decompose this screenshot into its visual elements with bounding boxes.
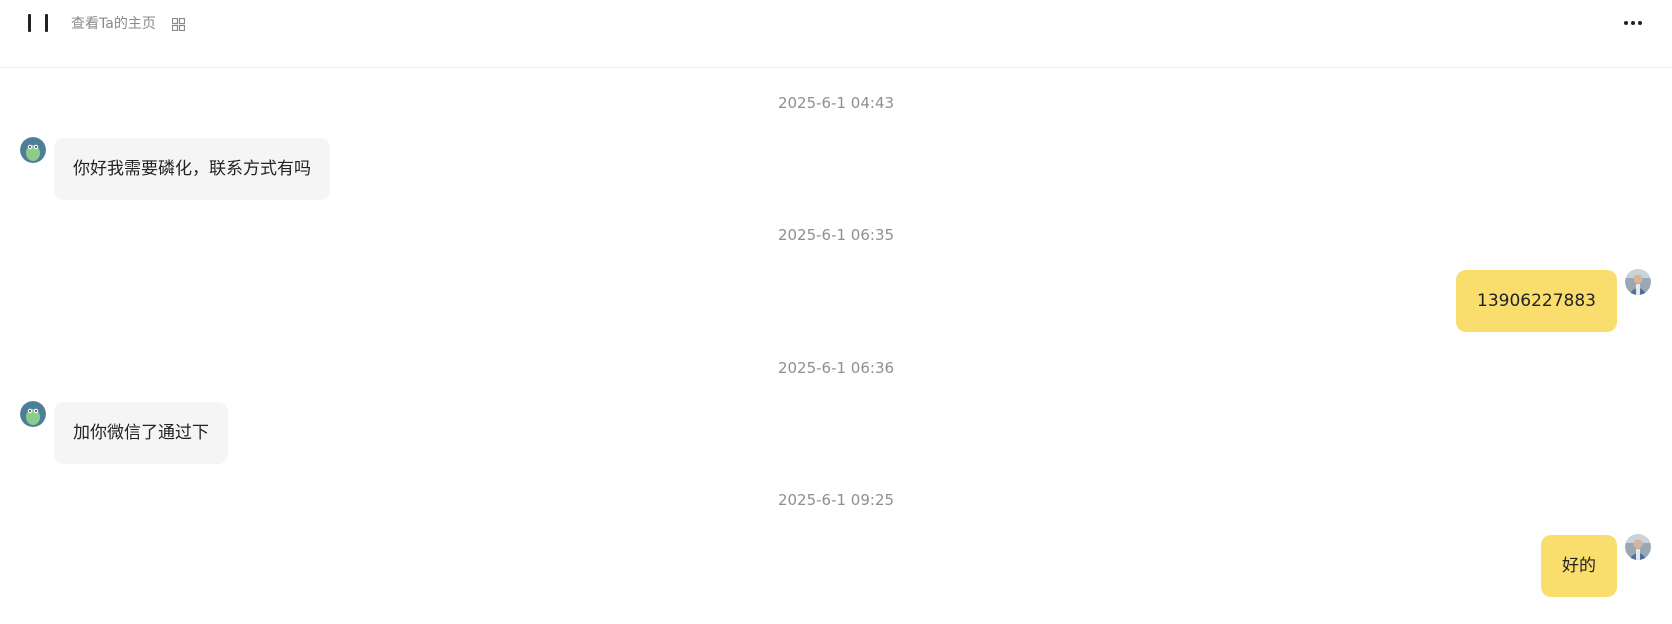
message-timestamp: 2025-6-1 06:35 <box>777 226 895 244</box>
contact-avatar[interactable] <box>20 401 46 427</box>
my-avatar[interactable] <box>1625 269 1651 295</box>
outgoing-message-bubble[interactable]: 好的 <box>1541 535 1617 597</box>
chat-header: 查看Ta的主页 <box>0 0 1672 68</box>
frog-avatar-icon <box>20 401 46 427</box>
incoming-message-bubble[interactable]: 你好我需要磷化，联系方式有吗 <box>54 138 330 200</box>
view-profile-link[interactable]: 查看Ta的主页 <box>71 15 156 33</box>
incoming-message-bubble[interactable]: 加你微信了通过下 <box>54 402 228 464</box>
message-timestamp: 2025-6-1 06:36 <box>777 359 895 377</box>
more-horizontal-icon[interactable] <box>1624 14 1644 32</box>
person-avatar-icon <box>1625 534 1651 560</box>
name-bar <box>28 14 31 32</box>
name-bar <box>45 14 48 32</box>
message-timestamp: 2025-6-1 09:25 <box>777 491 895 509</box>
contact-avatar[interactable] <box>20 137 46 163</box>
my-avatar[interactable] <box>1625 534 1651 560</box>
message-list: 2025-6-1 04:43 你好我需要磷化，联系方式有吗 2025-6-1 0… <box>0 68 1672 624</box>
person-avatar-icon <box>1625 269 1651 295</box>
qr-code-icon[interactable] <box>172 18 185 31</box>
frog-avatar-icon <box>20 137 46 163</box>
message-timestamp: 2025-6-1 04:43 <box>777 94 895 112</box>
outgoing-message-bubble[interactable]: 13906227883 <box>1456 270 1617 332</box>
